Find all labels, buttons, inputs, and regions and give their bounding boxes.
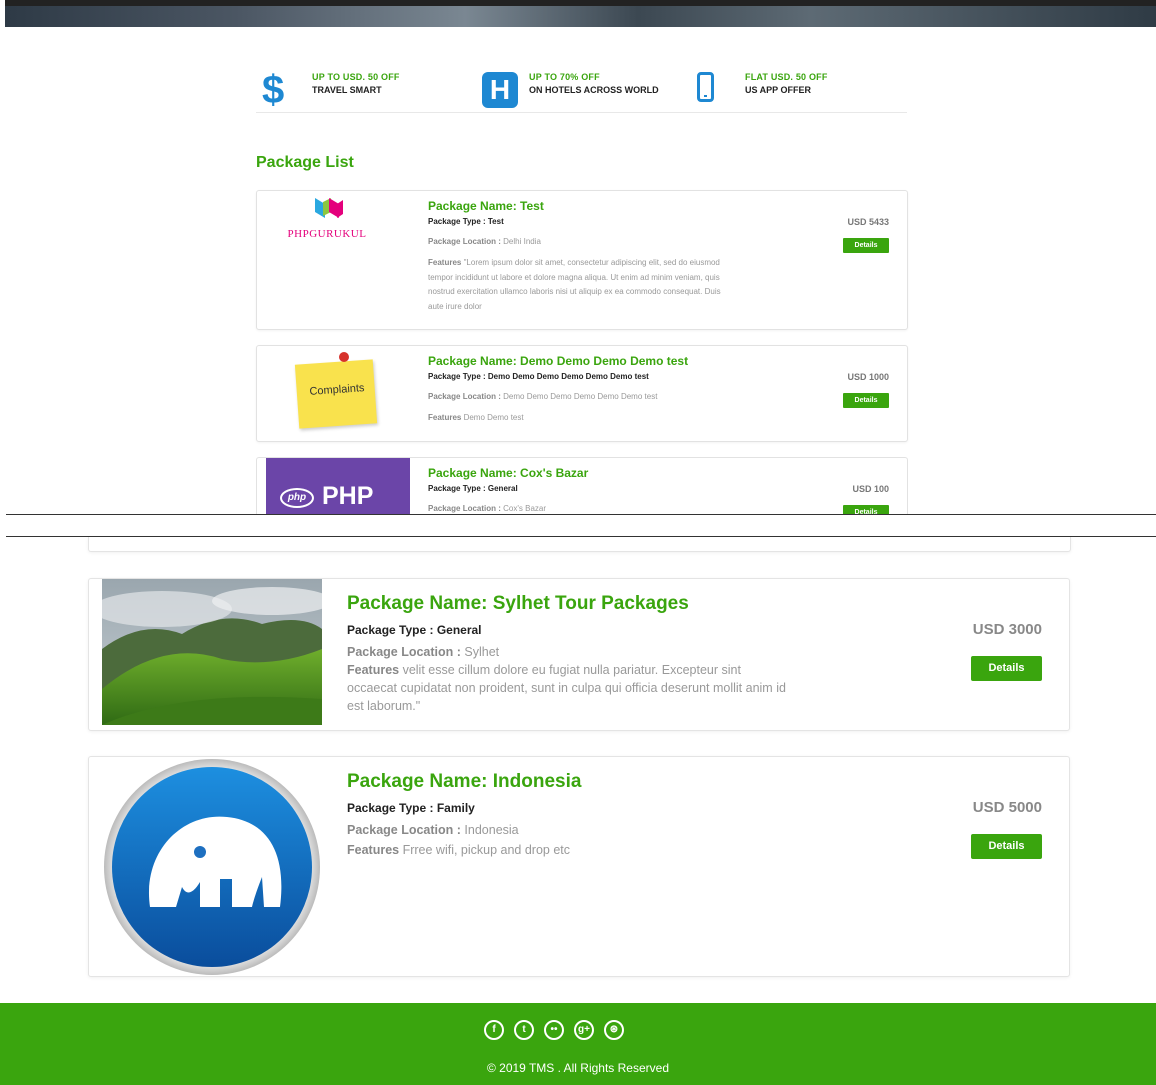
package-image-complaints-note: Complaints	[293, 352, 381, 432]
package-location: Package Location : Indonesia	[347, 823, 519, 837]
hotel-icon: H	[482, 72, 518, 108]
package-card: Complaints Package Name: Demo Demo Demo …	[256, 345, 908, 442]
offer-subtitle: ON HOTELS ACROSS WORLD	[529, 85, 659, 95]
package-name: Package Name: Demo Demo Demo Demo test	[428, 354, 689, 368]
package-price: USD 3000	[972, 621, 1042, 638]
package-image-php-logo: php PHP	[266, 458, 410, 514]
details-button[interactable]: Details	[843, 393, 889, 408]
header-banner-image	[5, 0, 1156, 27]
package-features: Features velit esse cillum dolore eu fug…	[347, 663, 786, 713]
package-card-tail	[88, 537, 1071, 552]
details-button[interactable]: Details	[843, 505, 889, 514]
package-name: Package Name: Cox's Bazar	[428, 466, 589, 480]
offers-divider	[256, 112, 907, 113]
dribbble-icon[interactable]: ⊛	[604, 1020, 624, 1040]
google-plus-icon[interactable]: g+	[574, 1020, 594, 1040]
logo-text: PHPGURUKUL	[287, 228, 367, 240]
package-type: Package Type : Demo Demo Demo Demo Demo …	[428, 372, 649, 381]
offer-travel-smart: $ UP TO USD. 50 OFF TRAVEL SMART	[262, 68, 400, 112]
offer-subtitle: US APP OFFER	[745, 85, 812, 95]
details-button[interactable]: Details	[971, 834, 1042, 859]
copyright-text: © 2019 TMS . All Rights Reserved	[486, 1061, 670, 1075]
pin-icon	[339, 352, 349, 362]
package-image-mountain	[102, 579, 322, 725]
package-name: Package Name: Sylhet Tour Packages	[347, 593, 689, 614]
package-location: Package Location : Delhi India	[428, 237, 541, 246]
package-location: Package Location : Demo Demo Demo Demo D…	[428, 392, 658, 401]
package-card: Package Name: Indonesia Package Type : F…	[88, 756, 1070, 977]
package-card: Package Name: Sylhet Tour Packages Packa…	[88, 578, 1070, 731]
dollar-icon: $	[262, 68, 285, 112]
php-badge-icon: php	[280, 488, 314, 508]
package-name: Package Name: Indonesia	[347, 771, 582, 792]
package-type: Package Type : Test	[428, 217, 504, 226]
package-image-elephant-logo	[102, 757, 322, 976]
footer: f t •• g+ ⊛ © 2019 TMS . All Rights Rese…	[0, 1003, 1156, 1085]
package-location: Package Location : Cox's Bazar	[428, 504, 547, 513]
twitter-icon[interactable]: t	[514, 1020, 534, 1040]
package-price: USD 5000	[972, 799, 1042, 816]
php-text: PHP	[322, 482, 374, 510]
package-card-clipped: php PHP Package Name: Cox's Bazar Packag…	[256, 457, 908, 514]
flickr-icon[interactable]: ••	[544, 1020, 564, 1040]
section-title: Package List	[256, 154, 354, 171]
mobile-icon	[697, 72, 714, 102]
package-price: USD 1000	[847, 372, 889, 382]
package-price: USD 5433	[847, 217, 889, 227]
offer-title: FLAT USD. 50 OFF	[745, 72, 828, 82]
package-type: Package Type : General	[347, 623, 482, 637]
package-features: Features Demo Demo test	[428, 413, 524, 422]
package-name: Package Name: Test	[428, 199, 544, 213]
offer-hotels: H UP TO 70% OFF ON HOTELS ACROSS WORLD	[482, 72, 659, 108]
social-links: f t •• g+ ⊛	[484, 1020, 624, 1040]
package-features: Features "Lorem ipsum dolor sit amet, co…	[428, 258, 721, 311]
package-card: PHPGURUKUL Package Name: Test Package Ty…	[256, 190, 908, 330]
offer-subtitle: TRAVEL SMART	[312, 85, 382, 95]
details-button[interactable]: Details	[843, 238, 889, 253]
details-button[interactable]: Details	[971, 656, 1042, 681]
package-image-phpgurukul-logo: PHPGURUKUL	[277, 194, 377, 240]
screenshot-divider	[6, 514, 1156, 515]
offer-title: UP TO 70% OFF	[529, 72, 600, 82]
package-location: Package Location : Sylhet	[347, 645, 500, 659]
package-card: php PHP Package Name: Cox's Bazar Packag…	[256, 457, 908, 514]
package-type: Package Type : General	[428, 484, 518, 493]
package-price: USD 100	[852, 484, 889, 494]
package-type: Package Type : Family	[347, 801, 475, 815]
offer-title: UP TO USD. 50 OFF	[312, 72, 400, 82]
offer-app: FLAT USD. 50 OFF US APP OFFER	[697, 72, 828, 102]
facebook-icon[interactable]: f	[484, 1020, 504, 1040]
package-features: Features Frree wifi, pickup and drop etc	[347, 843, 571, 857]
